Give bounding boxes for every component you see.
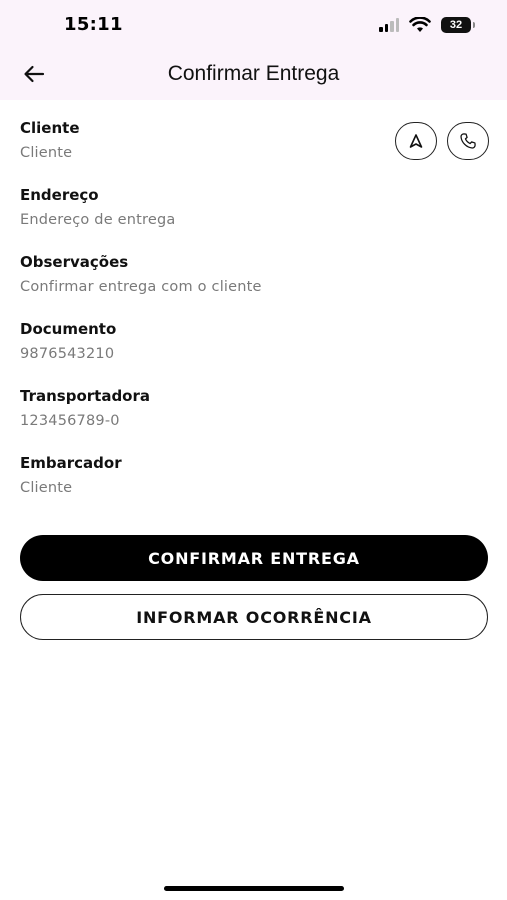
field-value: Cliente — [20, 480, 73, 496]
confirm-delivery-button[interactable]: CONFIRMAR ENTREGA — [20, 535, 488, 581]
field-cliente: Cliente Cliente — [20, 118, 490, 185]
field-value: 9876543210 — [20, 346, 115, 362]
field-label: Endereço — [20, 186, 99, 204]
status-bar: 15:11 32 — [0, 0, 507, 50]
battery-icon: 32 — [441, 17, 475, 33]
field-embarcador: Embarcador Cliente — [20, 453, 490, 520]
home-indicator — [164, 886, 344, 891]
report-occurrence-button[interactable]: INFORMAR OCORRÊNCIA — [20, 594, 488, 640]
field-value: Cliente — [20, 145, 73, 161]
cellular-signal-icon — [379, 18, 399, 32]
field-endereco: Endereço Endereço de entrega — [20, 185, 490, 252]
field-label: Cliente — [20, 119, 80, 137]
status-time: 15:11 — [64, 14, 123, 35]
field-value: Confirmar entrega com o cliente — [20, 279, 262, 295]
app-header: Confirmar Entrega — [0, 50, 507, 100]
field-label: Transportadora — [20, 387, 151, 405]
field-documento: Documento 9876543210 — [20, 319, 490, 386]
field-value: 123456789-0 — [20, 413, 120, 429]
delivery-details: Cliente Cliente Endereço Endereço de ent… — [20, 118, 490, 520]
field-label: Documento — [20, 320, 117, 338]
field-label: Observações — [20, 253, 129, 271]
battery-level: 32 — [449, 19, 463, 31]
status-icons: 32 — [379, 14, 475, 36]
field-value: Endereço de entrega — [20, 212, 176, 228]
wifi-icon — [409, 17, 431, 32]
field-observacoes: Observações Confirmar entrega com o clie… — [20, 252, 490, 319]
page-title: Confirmar Entrega — [167, 62, 340, 85]
field-transportadora: Transportadora 123456789-0 — [20, 386, 490, 453]
field-label: Embarcador — [20, 454, 122, 472]
